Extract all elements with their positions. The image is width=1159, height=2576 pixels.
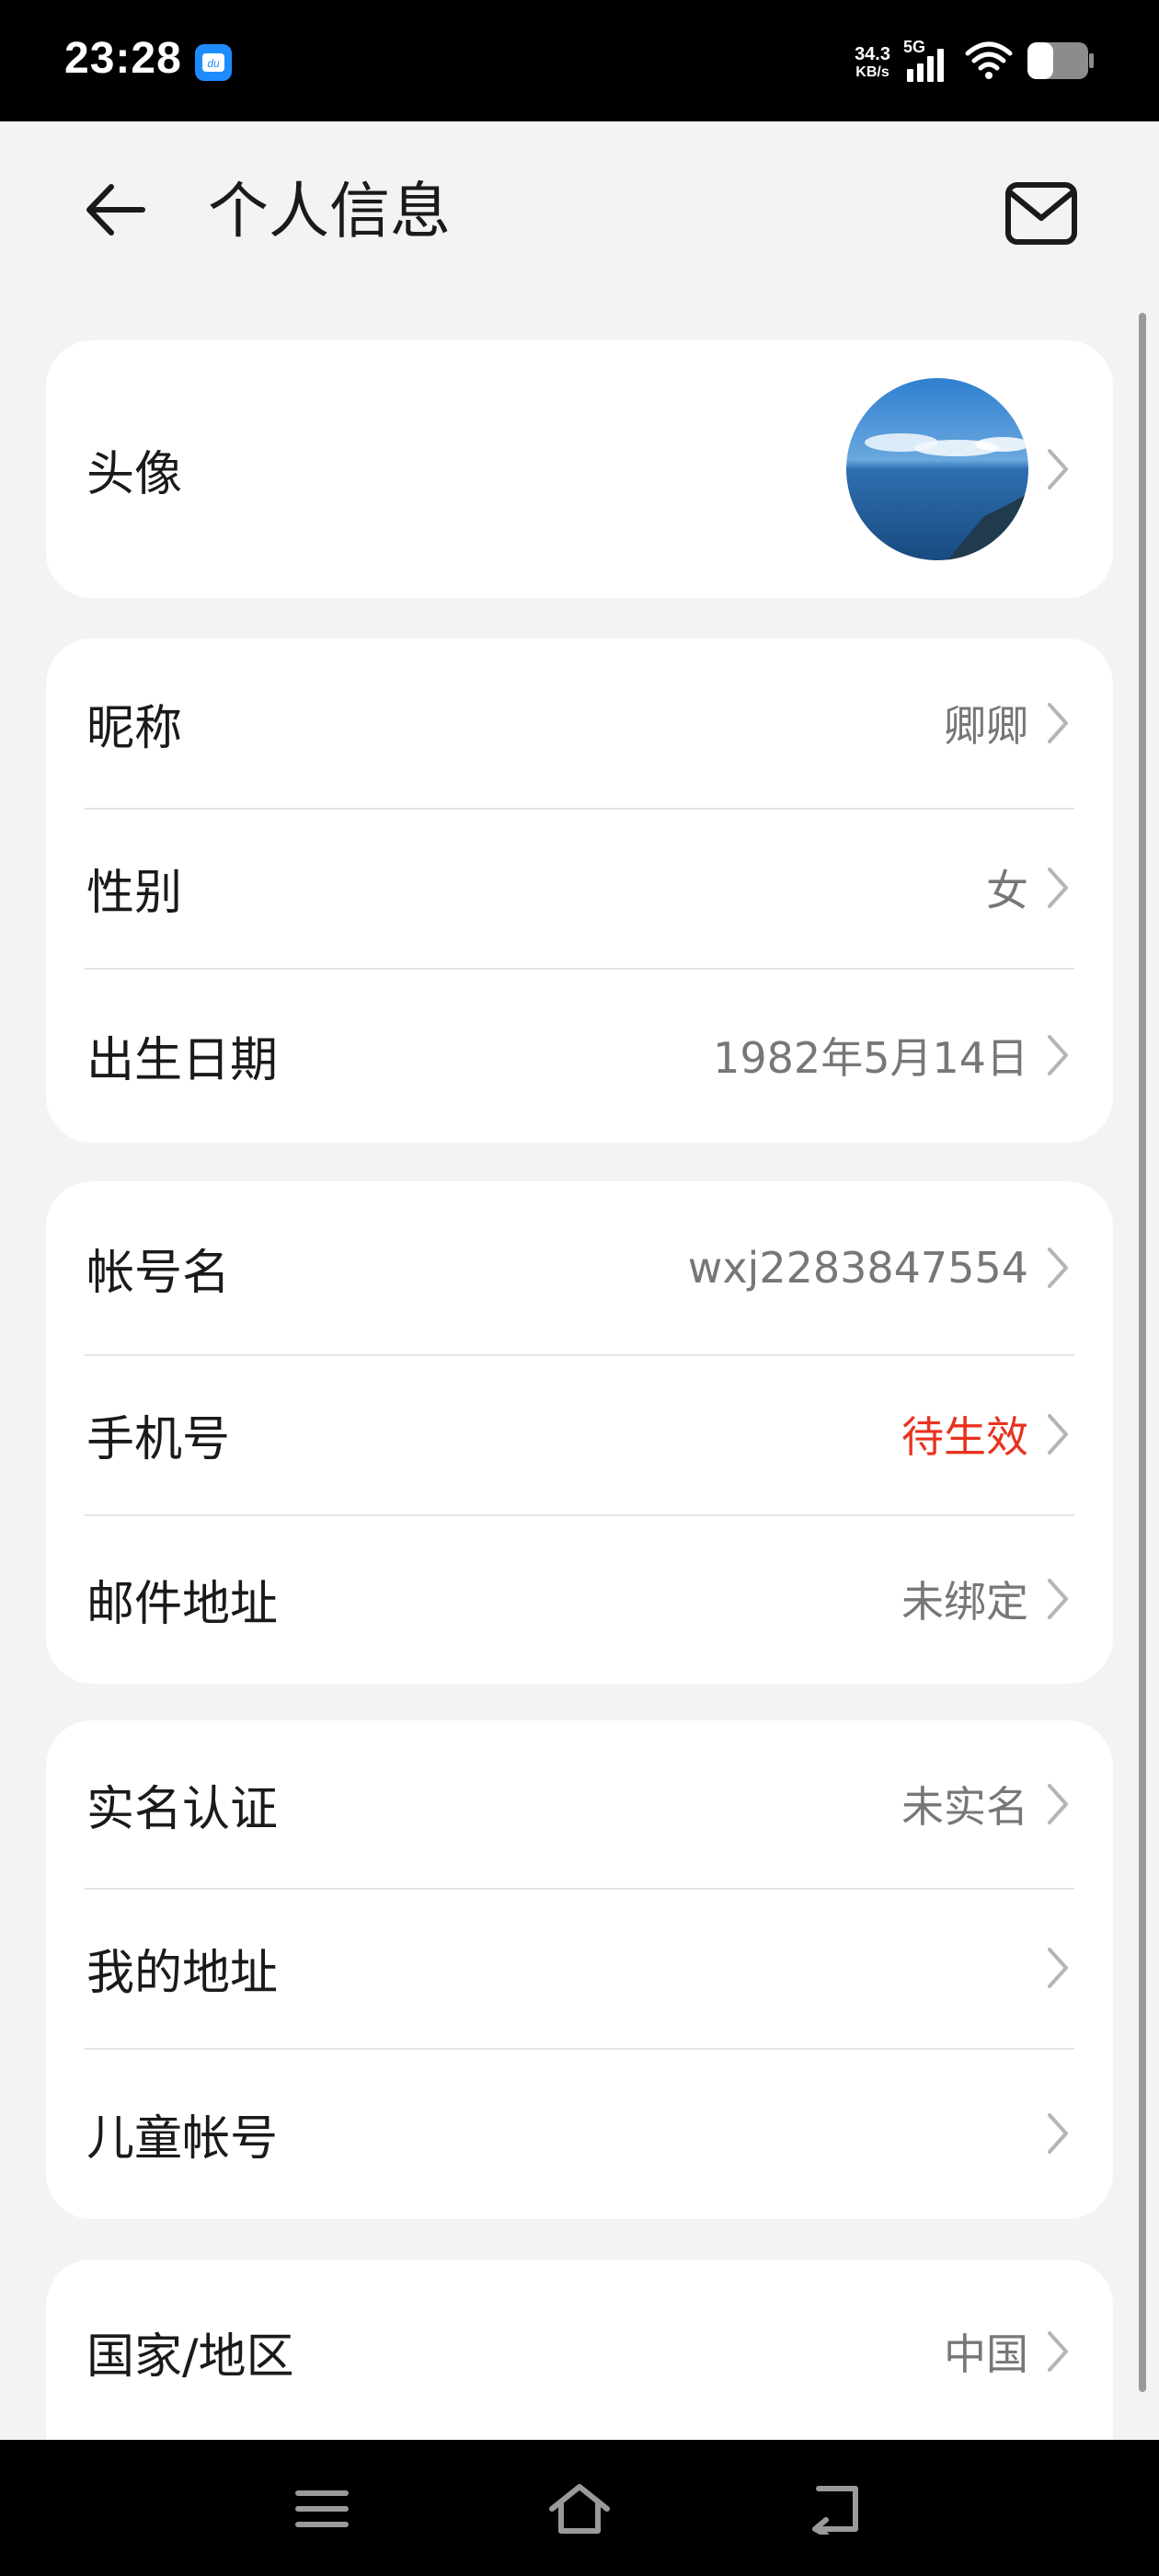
row-my-address[interactable]: 我的地址 [46,1888,1113,2048]
menu-icon[interactable] [285,2477,359,2541]
chevron-right-icon [1045,866,1071,910]
net-speed: 34.3 KB/s [855,44,890,81]
net-speed-unit: KB/s [855,64,889,80]
row-label: 邮件地址 [86,1576,279,1632]
scrollbar[interactable] [1139,313,1146,2392]
card-basic-info: 昵称 卿卿 性别 女 出生日期 1982年5月14日 [46,638,1113,1143]
row-value: 1982年5月14日 [713,1033,1028,1083]
row-nickname[interactable]: 昵称 卿卿 [46,638,1113,808]
system-nav-bar [0,2440,1159,2576]
row-label: 儿童帐号 [86,2110,279,2167]
chevron-right-icon [1045,1246,1071,1290]
avatar [846,378,1028,560]
mail-icon[interactable] [1003,175,1080,252]
row-value: wxj2283847554 [687,1243,1028,1293]
svg-text:du: du [207,57,220,70]
chevron-right-icon [1045,1946,1071,1990]
row-value-pending: 待生效 [901,1412,1028,1462]
row-avatar[interactable]: 头像 [46,340,1113,598]
row-label: 头像 [86,446,183,502]
row-child-account[interactable]: 儿童帐号 [46,2048,1113,2219]
row-phone[interactable]: 手机号 待生效 [46,1354,1113,1514]
signal-icon: 5G [903,38,951,86]
arrow-left-icon[interactable] [77,173,151,247]
row-label: 实名认证 [86,1781,279,1837]
status-bar: 23:28 du 34.3 KB/s 5G [0,0,1159,121]
status-indicators: 34.3 KB/s 5G [855,37,1095,88]
chevron-right-icon [1045,2111,1071,2156]
chevron-right-icon [1045,1782,1071,1826]
row-birthday[interactable]: 出生日期 1982年5月14日 [46,968,1113,1143]
row-value: 中国 [944,2329,1028,2379]
row-value: 未实名 [901,1782,1028,1832]
row-label: 出生日期 [86,1032,279,1088]
row-value: 卿卿 [944,701,1028,751]
chevron-right-icon [1045,1412,1071,1456]
row-label: 性别 [86,865,183,921]
chevron-right-icon [1045,1577,1071,1621]
du-app-icon: du [195,44,232,81]
row-gender[interactable]: 性别 女 [46,808,1113,968]
wifi-icon [964,40,1014,85]
profile-list[interactable]: 头像 昵称 卿卿 性别 女 出生日期 1982年5月14日 帐号名 wxj228… [0,305,1159,2440]
row-label: 帐号名 [86,1245,231,1301]
battery-icon [1027,41,1095,84]
row-email[interactable]: 邮件地址 未绑定 [46,1514,1113,1684]
card-avatar: 头像 [46,340,1113,598]
chevron-right-icon [1045,2329,1071,2374]
row-label: 国家/地区 [86,2329,294,2385]
card-region: 国家/地区 中国 [46,2260,1113,2440]
card-security-info: 实名认证 未实名 我的地址 儿童帐号 [46,1720,1113,2219]
back-icon[interactable] [800,2477,874,2541]
row-label: 手机号 [86,1411,231,1467]
header: 个人信息 [0,121,1159,305]
net-speed-value: 34.3 [855,44,890,64]
row-country-region[interactable]: 国家/地区 中国 [46,2260,1113,2440]
row-label: 昵称 [86,700,183,756]
card-account-info: 帐号名 wxj2283847554 手机号 待生效 邮件地址 未绑定 [46,1181,1113,1684]
status-time: 23:28 [64,34,182,83]
row-real-name[interactable]: 实名认证 未实名 [46,1720,1113,1888]
row-value: 女 [986,866,1028,915]
row-label: 我的地址 [86,1945,279,2001]
chevron-right-icon [1045,701,1071,745]
chevron-right-icon [1045,1033,1071,1077]
page-title: 个人信息 [208,176,451,247]
row-value: 未绑定 [901,1577,1028,1627]
chevron-right-icon [1045,447,1071,491]
row-account-name[interactable]: 帐号名 wxj2283847554 [46,1181,1113,1354]
home-icon[interactable] [543,2477,616,2541]
